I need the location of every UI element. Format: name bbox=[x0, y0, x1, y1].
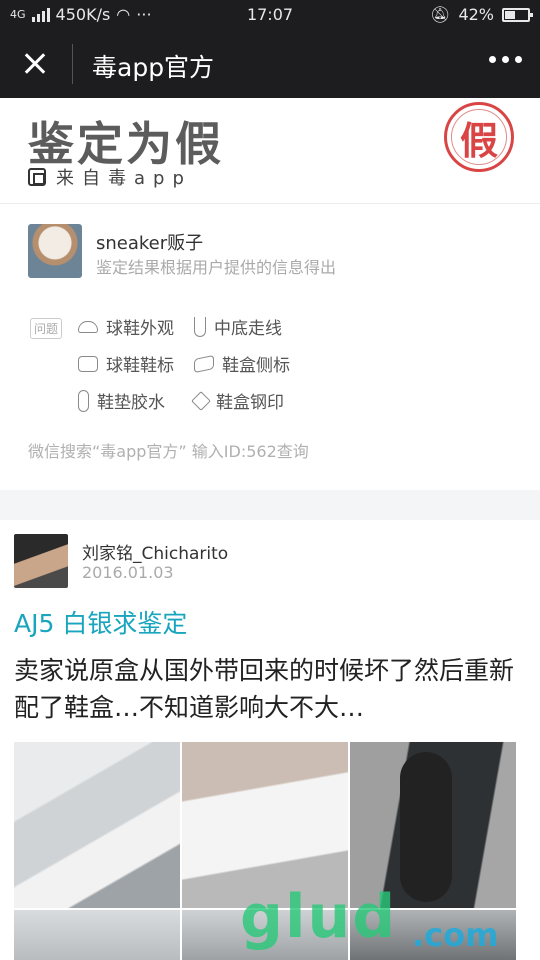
section-gap bbox=[0, 490, 540, 520]
page-title: 毒app官方 bbox=[92, 53, 215, 82]
box-icon bbox=[194, 354, 214, 373]
issue-label: 鞋盒侧标 bbox=[222, 356, 290, 376]
appraiser-avatar bbox=[28, 224, 82, 278]
watermark-domain: .com bbox=[412, 916, 499, 954]
more-options-icon[interactable] bbox=[489, 56, 522, 63]
post-photo[interactable] bbox=[14, 742, 180, 908]
issue-label: 鞋盒钢印 bbox=[216, 393, 284, 413]
post-body: 卖家说原盒从国外带回来的时候坏了然后重新配了鞋盒…不知道影响大不大… bbox=[14, 656, 515, 722]
issue-item: 鞋垫胶水 bbox=[78, 388, 165, 413]
divider bbox=[0, 203, 540, 204]
issue-item: 球鞋鞋标 bbox=[78, 351, 174, 376]
fake-stamp: 假 bbox=[444, 102, 514, 172]
stitch-icon bbox=[194, 316, 206, 337]
tag-icon bbox=[191, 390, 211, 411]
post-photo[interactable] bbox=[14, 910, 180, 960]
issues-tag: 问题 bbox=[30, 318, 63, 339]
watermark: glud bbox=[240, 882, 398, 952]
verdict-card: 鉴定为假 来自毒app 假 bbox=[0, 98, 540, 203]
app-logo-icon bbox=[28, 168, 46, 186]
close-icon[interactable] bbox=[18, 48, 54, 80]
status-bar: 4G 450K/s ◠ ··· 17:07 🔕︎ 42% bbox=[0, 0, 540, 30]
shoe-icon bbox=[78, 320, 98, 333]
post-title: AJ5 白银求鉴定 bbox=[14, 609, 188, 638]
source-label: 来自毒app bbox=[56, 168, 192, 189]
issue-label: 鞋垫胶水 bbox=[97, 393, 165, 413]
post-author[interactable]: 刘家铭_Chicharito bbox=[82, 539, 228, 564]
issue-item: 鞋盒侧标 bbox=[194, 351, 290, 376]
post-date: 2016.01.03 bbox=[82, 563, 174, 582]
clock: 17:07 bbox=[246, 5, 294, 24]
search-tip: 微信搜索“毒app官方” 输入ID:562查询 bbox=[28, 442, 309, 461]
stamp-text: 假 bbox=[459, 118, 498, 163]
battery-icon bbox=[502, 7, 533, 22]
battery-percent: 42% bbox=[458, 5, 494, 24]
mute-icon: 🔕︎ bbox=[430, 5, 451, 24]
appraiser-name: sneaker贩子 bbox=[96, 233, 204, 254]
issue-label: 球鞋外观 bbox=[106, 319, 174, 339]
nav-separator bbox=[72, 44, 73, 84]
issue-label: 中底走线 bbox=[214, 319, 282, 339]
insole-shape bbox=[400, 752, 452, 902]
status-right: 🔕︎ 42% bbox=[430, 5, 533, 24]
appraiser-subtitle: 鉴定结果根据用户提供的信息得出 bbox=[96, 258, 337, 277]
issue-label: 球鞋鞋标 bbox=[106, 356, 174, 376]
source-row: 来自毒app bbox=[28, 164, 192, 190]
issue-item: 中底走线 bbox=[194, 314, 282, 339]
nav-bar: 毒app官方 bbox=[0, 30, 540, 98]
issue-item: 鞋盒钢印 bbox=[191, 388, 284, 413]
insole-icon bbox=[78, 389, 89, 412]
label-icon bbox=[78, 355, 98, 372]
issue-item: 球鞋外观 bbox=[78, 314, 174, 339]
post-author-avatar[interactable] bbox=[14, 534, 68, 588]
